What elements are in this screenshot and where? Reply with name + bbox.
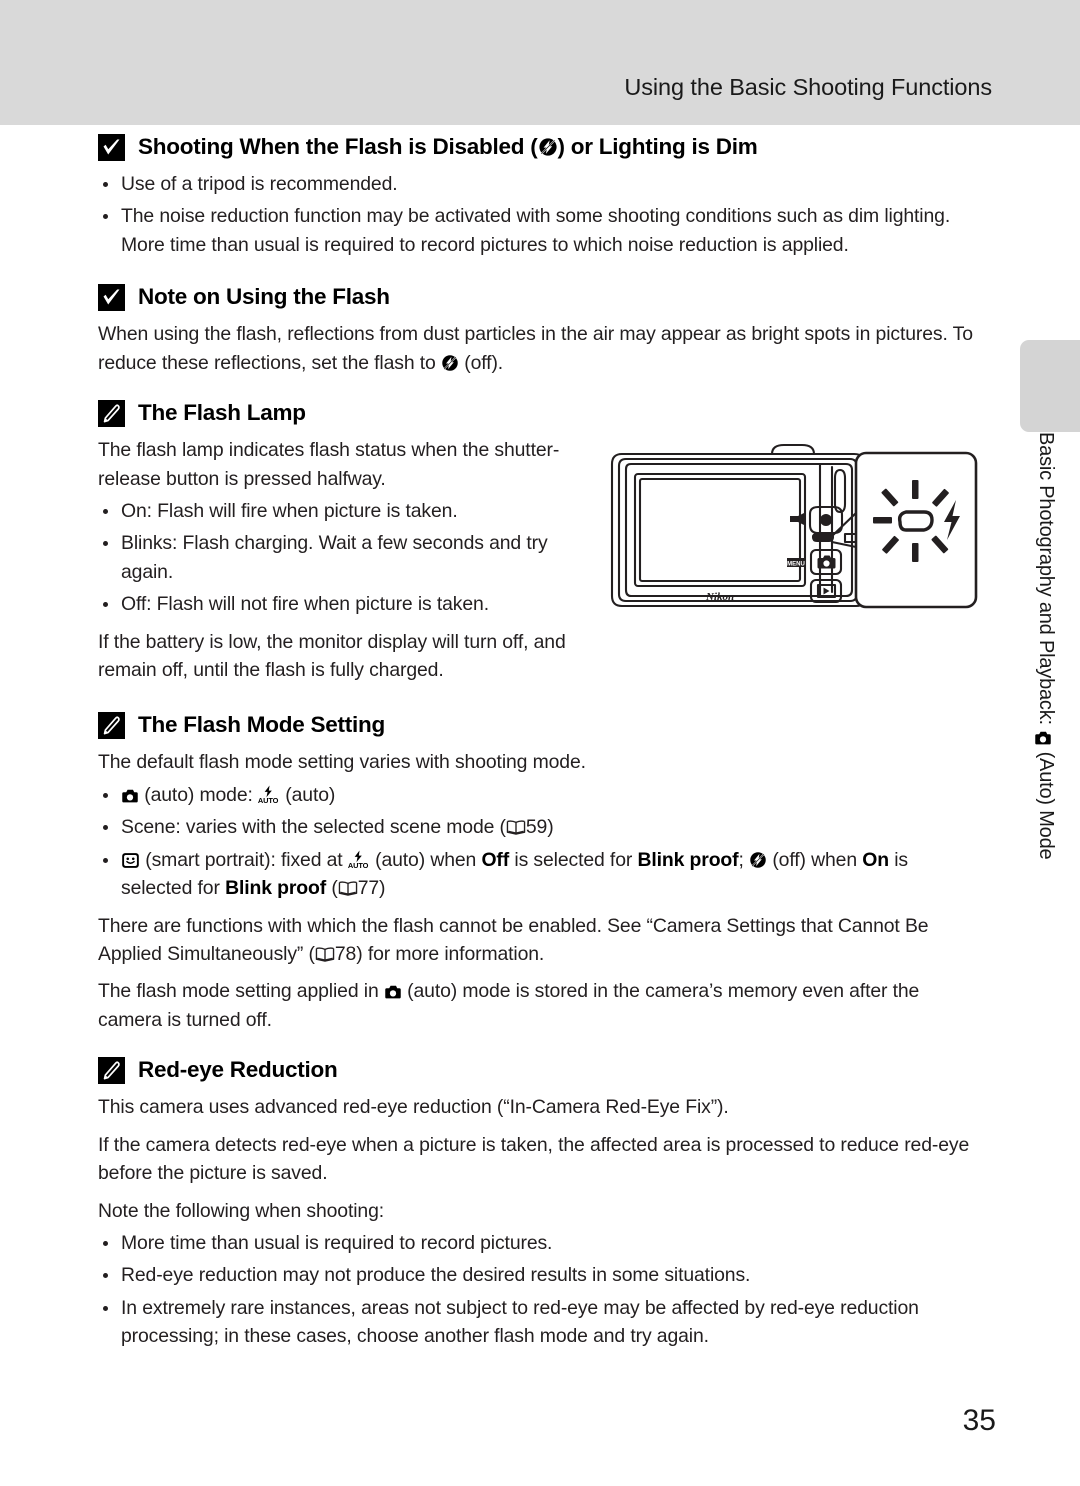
smart-portrait-icon [121, 852, 140, 869]
red-eye-paragraph-3: Note the following when shooting: [98, 1199, 385, 1222]
camera-menu-label: MENU [787, 562, 805, 568]
page-content: Shooting When the Flash is Disabled ( ) … [98, 133, 980, 1360]
flash-mode-intro: The default flash mode setting varies wi… [98, 751, 586, 774]
list-item: Blinks: Flash charging. Wait a few secon… [98, 529, 598, 586]
list-item-text-b: (auto) when [369, 848, 482, 871]
flash-auto-icon: AUTO [348, 850, 370, 869]
chapter-tab-text-b: (Auto) Mode [1035, 746, 1057, 860]
list-item: Off: Flash will not fire when picture is… [98, 590, 598, 618]
flash-auto-icon: AUTO [258, 785, 280, 804]
section-paragraph: When using the flash, reflections from d… [98, 320, 980, 377]
flash-mode-bullet-list: (auto) mode: AUTO (auto) Scene: varies w… [98, 781, 980, 903]
camera-brand-label: Nikon [705, 591, 734, 603]
section-note-using-flash: Note on Using the Flash When using the f… [98, 283, 980, 377]
section-shooting-flash-disabled: Shooting When the Flash is Disabled ( ) … [98, 133, 980, 259]
book-reference-icon [506, 819, 526, 836]
check-mark-icon [98, 284, 125, 312]
section-heading: Red-eye Reduction [98, 1056, 980, 1085]
page-header-title: Using the Basic Shooting Functions [624, 74, 992, 100]
section-heading: Note on Using the Flash [98, 283, 980, 312]
list-item-bold-on: On [862, 848, 889, 871]
page-number: 35 [962, 1404, 996, 1437]
camera-auto-icon [1034, 730, 1052, 746]
red-eye-bullet-list: More time than usual is required to reco… [98, 1229, 980, 1351]
paragraph-text-a: The flash mode setting applied in [98, 980, 384, 1003]
chapter-tab-text-a: Basic Photography and Playback: [1035, 432, 1057, 731]
camera-auto-icon [384, 984, 402, 1000]
list-item-text-a: (smart portrait): fixed at [140, 848, 348, 871]
paragraph-text-b: ) for more information. [356, 943, 545, 966]
section-bullet-list: Use of a tripod is recommended. The nois… [98, 170, 980, 259]
section-heading: Shooting When the Flash is Disabled ( ) … [98, 133, 980, 161]
flash-lamp-bullet-list: On: Flash will fire when picture is take… [98, 497, 598, 619]
pencil-note-icon [98, 1057, 125, 1085]
flash-off-icon [749, 851, 767, 869]
section-heading: The Flash Lamp [98, 399, 980, 428]
section-flash-lamp: The Flash Lamp The flash lamp indicates … [98, 399, 980, 693]
flash-off-icon [441, 354, 459, 372]
svg-text:AUTO: AUTO [258, 796, 279, 804]
list-item-text-g: ( [326, 877, 338, 900]
red-eye-paragraph-1: This camera uses advanced red-eye reduct… [98, 1096, 729, 1119]
flash-lamp-text: The flash lamp indicates flash status wh… [98, 436, 598, 693]
flash-off-icon [538, 137, 558, 157]
list-item: The noise reduction function may be acti… [98, 202, 980, 259]
flash-mode-stored-paragraph: The flash mode setting applied in (auto)… [98, 977, 980, 1034]
section-flash-mode-setting: The Flash Mode Setting The default flash… [98, 711, 980, 1034]
book-reference-icon [338, 880, 358, 897]
page-header-band [0, 0, 1080, 125]
paragraph-page-ref: 78 [334, 943, 357, 966]
flash-lamp-row: The flash lamp indicates flash status wh… [98, 436, 980, 693]
list-item: (smart portrait): fixed at AUTO (auto) w… [98, 846, 980, 903]
red-eye-paragraph-2: If the camera detects red-eye when a pic… [98, 1133, 970, 1185]
flash-mode-functions-paragraph: There are functions with which the flash… [98, 912, 980, 969]
list-item-text-b: ) [547, 816, 554, 839]
list-item: More time than usual is required to reco… [98, 1229, 980, 1257]
section-title: The Flash Lamp [138, 400, 306, 426]
section-red-eye-reduction: Red-eye Reduction This camera uses advan… [98, 1056, 980, 1350]
list-item-bold-blink-proof-2: Blink proof [225, 877, 327, 900]
camera-auto-icon [121, 788, 139, 804]
paragraph-pre: When using the flash, reflections from d… [98, 323, 973, 374]
list-item-text-a: (auto) mode: [139, 783, 259, 806]
section-title: Red-eye Reduction [138, 1057, 338, 1083]
section-title-post: ) or Lighting is Dim [557, 134, 758, 159]
list-item-text-b: (auto) [280, 783, 336, 806]
list-item-bold-off: Off [481, 848, 510, 871]
flash-lamp-outro: If the battery is low, the monitor displ… [98, 630, 566, 682]
list-item-text-a: Scene: varies with the selected scene mo… [121, 816, 506, 839]
section-heading: The Flash Mode Setting [98, 711, 980, 740]
list-item-text-e: (off) when [767, 848, 863, 871]
list-item: In extremely rare instances, areas not s… [98, 1294, 980, 1351]
chapter-tab-marker [1020, 340, 1080, 432]
chapter-tab-label: Basic Photography and Playback: (Auto) M… [1013, 432, 1057, 902]
flash-lamp-intro: The flash lamp indicates flash status wh… [98, 439, 560, 490]
list-item: (auto) mode: AUTO (auto) [98, 781, 980, 809]
section-title: Note on Using the Flash [138, 284, 390, 310]
svg-text:AUTO: AUTO [348, 861, 369, 869]
flash-lamp-blinking-callout [854, 451, 978, 609]
paragraph-post: (off). [459, 351, 504, 374]
list-item: On: Flash will fire when picture is take… [98, 497, 598, 525]
section-title-pre: Shooting When the Flash is Disabled ( [138, 134, 538, 159]
pencil-note-icon [98, 712, 125, 740]
list-item: Scene: varies with the selected scene mo… [98, 813, 980, 841]
book-reference-icon [315, 946, 335, 963]
check-mark-icon [98, 134, 125, 161]
list-item: Use of a tripod is recommended. [98, 170, 980, 198]
list-item-text-h: ) [379, 877, 386, 900]
list-item-text-c: is selected for [509, 848, 638, 871]
list-item-page-ref: 59 [525, 816, 548, 839]
section-title: The Flash Mode Setting [138, 712, 386, 738]
list-item-bold-blink-proof: Blink proof [637, 848, 739, 871]
section-title: Shooting When the Flash is Disabled ( ) … [125, 133, 758, 159]
camera-back-flash-lamp-illustration: Nikon MENU [604, 442, 984, 623]
list-item: Red-eye reduction may not produce the de… [98, 1261, 980, 1289]
list-item-page-ref: 77 [357, 877, 380, 900]
list-item-text-d: ; [738, 848, 750, 871]
pencil-note-icon [98, 400, 125, 428]
